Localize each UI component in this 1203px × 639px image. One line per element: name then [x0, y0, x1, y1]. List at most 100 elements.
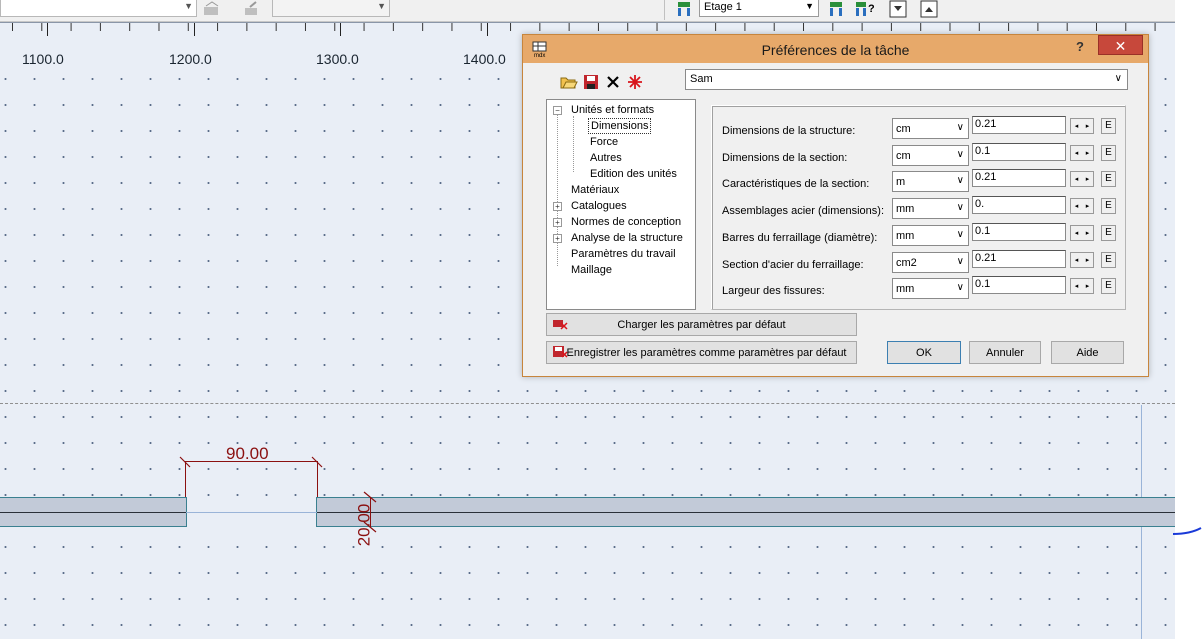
- unit-select[interactable]: cm ∨: [892, 118, 969, 139]
- spin-left-icon[interactable]: ◂: [1075, 256, 1079, 264]
- unit-value: cm: [896, 123, 911, 135]
- exponent-button[interactable]: E: [1101, 198, 1116, 214]
- precision-field[interactable]: 0.1: [972, 143, 1066, 161]
- tree-item-maillage[interactable]: Maillage: [547, 262, 695, 278]
- exponent-button[interactable]: E: [1101, 225, 1116, 241]
- top-toolbar: ▼ ▼ Etage 1 ▼ ?: [0, 0, 1175, 22]
- param-label: Assemblages acier (dimensions):: [722, 205, 885, 217]
- tree-item-dimensions[interactable]: Dimensions: [547, 118, 695, 134]
- chevron-down-icon: ▼: [377, 1, 386, 11]
- precision-field[interactable]: 0.1: [972, 223, 1066, 241]
- precision-field[interactable]: 0.: [972, 196, 1066, 214]
- spin-left-icon[interactable]: ◂: [1075, 202, 1079, 210]
- expand-icon[interactable]: +: [553, 234, 562, 243]
- exponent-button[interactable]: E: [1101, 118, 1116, 134]
- delete-icon[interactable]: [604, 73, 622, 91]
- category-tree[interactable]: − Unités et formats Dimensions Force Aut…: [546, 99, 696, 310]
- tree-item-normes-de-conception[interactable]: + Normes de conception: [547, 214, 695, 230]
- precision-field[interactable]: 0.21: [972, 250, 1066, 268]
- unit-select[interactable]: mm ∨: [892, 225, 969, 246]
- precision-field[interactable]: 0.21: [972, 169, 1066, 187]
- story-combo[interactable]: Etage 1 ▼: [699, 0, 819, 17]
- save-defaults-button[interactable]: Enregistrer les paramètres comme paramèt…: [546, 341, 857, 364]
- param-row-structure: Dimensions de la structure: cm ∨ 0.21 ◂ ▸ …: [712, 116, 1125, 140]
- story-levels-icon[interactable]: [826, 0, 846, 18]
- unit-select[interactable]: mm ∨: [892, 198, 969, 219]
- unit-select[interactable]: cm ∨: [892, 145, 969, 166]
- exponent-button[interactable]: E: [1101, 171, 1116, 187]
- spin-right-icon[interactable]: ▸: [1086, 175, 1090, 183]
- spin-right-icon[interactable]: ▸: [1086, 149, 1090, 157]
- spin-right-icon[interactable]: ▸: [1086, 122, 1090, 130]
- spin-left-icon[interactable]: ◂: [1075, 122, 1079, 130]
- ok-button[interactable]: OK: [887, 341, 961, 364]
- spin-left-icon[interactable]: ◂: [1075, 282, 1079, 290]
- toolbar-combo-disabled[interactable]: ▼: [272, 0, 390, 17]
- spin-buttons[interactable]: ◂ ▸: [1070, 171, 1094, 187]
- wall-axis-line: [0, 512, 1175, 513]
- spin-buttons[interactable]: ◂ ▸: [1070, 278, 1094, 294]
- unit-select[interactable]: mm ∨: [892, 278, 969, 299]
- preset-combo[interactable]: Sam ∨: [685, 69, 1128, 90]
- tree-item-unites-et-formats[interactable]: − Unités et formats: [547, 102, 695, 118]
- ruler-label: 1300.0: [316, 51, 359, 67]
- toolbar-combo[interactable]: ▼: [0, 0, 197, 17]
- spin-buttons[interactable]: ◂ ▸: [1070, 145, 1094, 161]
- expand-icon[interactable]: +: [553, 202, 562, 211]
- sheet-wand-icon[interactable]: [242, 0, 262, 18]
- cancel-button[interactable]: Annuler: [969, 341, 1041, 364]
- exponent-button[interactable]: E: [1101, 145, 1116, 161]
- spin-right-icon[interactable]: ▸: [1086, 282, 1090, 290]
- spin-buttons[interactable]: ◂ ▸: [1070, 198, 1094, 214]
- save-defaults-icon: [552, 345, 568, 362]
- tree-item-catalogues[interactable]: + Catalogues: [547, 198, 695, 214]
- param-label: Barres du ferraillage (diamètre):: [722, 232, 878, 244]
- load-defaults-button[interactable]: Charger les paramètres par défaut: [546, 313, 857, 336]
- spin-buttons[interactable]: ◂ ▸: [1070, 252, 1094, 268]
- param-row-steel-connections: Assemblages acier (dimensions): mm ∨ 0. ◂…: [712, 196, 1125, 220]
- precision-field[interactable]: 0.21: [972, 116, 1066, 134]
- save-defaults-label: Enregistrer les paramètres comme paramèt…: [566, 346, 847, 359]
- expand-icon[interactable]: +: [553, 218, 562, 227]
- load-defaults-label: Charger les paramètres par défaut: [617, 318, 786, 331]
- story-up-icon[interactable]: [919, 0, 939, 18]
- dialog-titlebar[interactable]: mdx Préférences de la tâche ? ✕: [523, 35, 1148, 63]
- close-button[interactable]: ✕: [1098, 35, 1143, 55]
- precision-field[interactable]: 0.1: [972, 276, 1066, 294]
- story-query-icon[interactable]: ?: [854, 0, 874, 18]
- tree-item-autres[interactable]: Autres: [547, 150, 695, 166]
- tree-item-analyse-de-la-structure[interactable]: + Analyse de la structure: [547, 230, 695, 246]
- spin-buttons[interactable]: ◂ ▸: [1070, 118, 1094, 134]
- spin-buttons[interactable]: ◂ ▸: [1070, 225, 1094, 241]
- chevron-down-icon: ∨: [1114, 73, 1122, 84]
- spin-left-icon[interactable]: ◂: [1075, 175, 1079, 183]
- help-button[interactable]: Aide: [1051, 341, 1124, 364]
- dimension-label-height: 20.00: [354, 503, 374, 547]
- ruler-label: 1200.0: [169, 51, 212, 67]
- spin-right-icon[interactable]: ▸: [1086, 229, 1090, 237]
- unit-select[interactable]: m ∨: [892, 171, 969, 192]
- exponent-button[interactable]: E: [1101, 278, 1116, 294]
- story-icon[interactable]: [674, 0, 694, 18]
- spin-right-icon[interactable]: ▸: [1086, 256, 1090, 264]
- tree-item-edition-des-unites[interactable]: Edition des unités: [547, 166, 695, 182]
- story-down-icon[interactable]: [888, 0, 908, 18]
- help-icon[interactable]: ?: [1076, 39, 1084, 54]
- ruler-major-tick: [340, 23, 341, 36]
- spin-right-icon[interactable]: ▸: [1086, 202, 1090, 210]
- tree-item-materiaux[interactable]: Matériaux: [547, 182, 695, 198]
- tree-item-parametres-du-travail[interactable]: Paramètres du travail: [547, 246, 695, 262]
- tree-item-label: Matériaux: [571, 184, 620, 196]
- open-folder-icon[interactable]: [560, 73, 578, 91]
- save-icon[interactable]: [582, 73, 600, 91]
- tree-item-force[interactable]: Force: [547, 134, 695, 150]
- collapse-icon[interactable]: −: [553, 106, 562, 115]
- unit-select[interactable]: cm2 ∨: [892, 252, 969, 273]
- spin-left-icon[interactable]: ◂: [1075, 229, 1079, 237]
- tree-item-label: Unités et formats: [571, 104, 655, 116]
- exponent-button[interactable]: E: [1101, 252, 1116, 268]
- reset-star-icon[interactable]: [626, 73, 644, 91]
- tree-item-label: Force: [590, 136, 619, 148]
- sheet-icon[interactable]: [202, 0, 222, 18]
- spin-left-icon[interactable]: ◂: [1075, 149, 1079, 157]
